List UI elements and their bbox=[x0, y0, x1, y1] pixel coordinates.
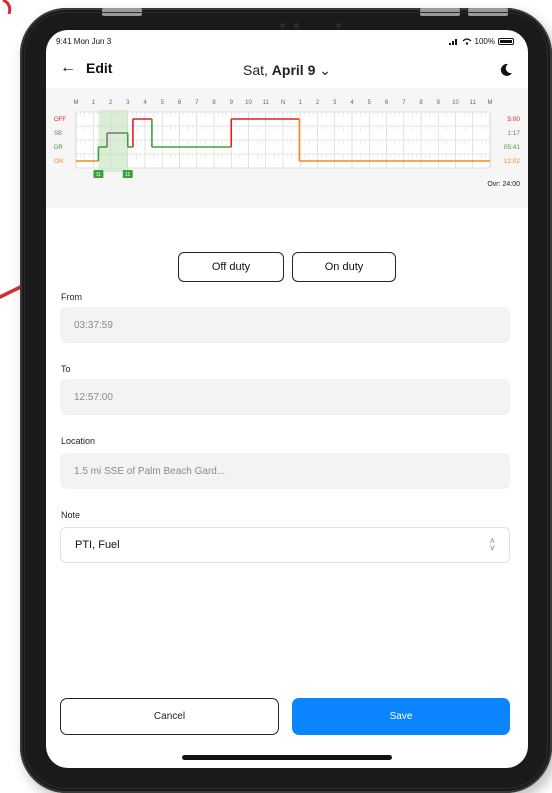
note-value: PTI, Fuel bbox=[75, 539, 120, 551]
chart-x-tick: 11 bbox=[263, 100, 270, 106]
nav-bar: ← Edit Sat, April 9 ⌄ bbox=[46, 56, 528, 86]
chart-x-tick: 8 bbox=[419, 100, 423, 106]
chart-x-tick: 1 bbox=[299, 100, 303, 106]
chart-x-tick: 11 bbox=[470, 100, 477, 106]
chart-row-label: SB bbox=[54, 131, 62, 137]
chart-x-tick: 8 bbox=[212, 100, 216, 106]
chart-row-label: ON bbox=[54, 159, 63, 165]
on-duty-button[interactable]: On duty bbox=[292, 252, 396, 282]
from-label: From bbox=[61, 292, 82, 302]
chart-row-total: 12:02 bbox=[504, 158, 521, 165]
chart-marker-label: 11 bbox=[96, 172, 101, 178]
chart-x-tick: 5 bbox=[368, 100, 372, 106]
chart-x-tick: 9 bbox=[437, 100, 441, 106]
chart-row-total: 1:17 bbox=[507, 130, 520, 137]
on-duty-label: On duty bbox=[324, 261, 364, 273]
chart-x-tick: 7 bbox=[402, 100, 406, 106]
chart-x-tick: 3 bbox=[126, 100, 130, 106]
chart-x-tick: 6 bbox=[385, 100, 389, 106]
date-main: April 9 bbox=[271, 62, 316, 78]
power-button-2 bbox=[468, 8, 508, 16]
chart-x-tick: M bbox=[488, 100, 493, 106]
power-button bbox=[420, 8, 460, 16]
home-indicator bbox=[182, 755, 392, 760]
to-label: To bbox=[61, 364, 71, 374]
chart-row-total: 05:41 bbox=[504, 144, 521, 151]
chart-x-tick: 5 bbox=[161, 100, 165, 106]
signal-icon bbox=[448, 39, 457, 45]
status-time: 9:41 Mon Jun 3 bbox=[56, 37, 112, 46]
chart-x-tick: 4 bbox=[350, 100, 354, 106]
chart-x-tick: 2 bbox=[109, 100, 113, 106]
date-picker[interactable]: Sat, April 9 ⌄ bbox=[46, 62, 528, 79]
hos-log-chart: M 1 2 3 4 5 6 7 8 9 10 11 N 1 2 3 4 5 6 7 8 9 10 11 M OFF 5:00 SB 1:… bbox=[46, 88, 528, 208]
location-value: 1.5 mi SSE of Palm Beach Gard... bbox=[74, 465, 226, 477]
to-value: 12:57:00 bbox=[74, 391, 113, 403]
date-prefix: Sat, bbox=[243, 62, 268, 78]
chart-x-tick: 1 bbox=[92, 100, 96, 106]
chart-x-tick: 4 bbox=[143, 100, 147, 106]
chevron-down-icon: ⌄ bbox=[319, 62, 331, 78]
select-chevron-icon: ˄ ˅ bbox=[489, 536, 495, 553]
chart-row-total: 5:00 bbox=[507, 116, 520, 123]
note-label: Note bbox=[61, 510, 81, 520]
from-value: 03:37:59 bbox=[74, 319, 113, 331]
status-bar: 9:41 Mon Jun 3 100% bbox=[46, 30, 528, 52]
chart-x-tick: 2 bbox=[316, 100, 320, 106]
camera bbox=[280, 20, 360, 30]
cancel-label: Cancel bbox=[153, 711, 186, 722]
off-duty-button[interactable]: Off duty bbox=[178, 252, 284, 282]
chart-x-tick: 3 bbox=[333, 100, 337, 106]
chart-x-tick: 7 bbox=[195, 100, 199, 106]
from-field[interactable]: 03:37:59 bbox=[60, 307, 510, 343]
status-indicators: 100% bbox=[448, 37, 514, 46]
chart-row-label: OFF bbox=[54, 117, 66, 123]
chart-x-tick: 6 bbox=[178, 100, 182, 106]
app-screen: 9:41 Mon Jun 3 100% ← Edit Sat, April 9 … bbox=[46, 30, 528, 768]
chart-svg: M 1 2 3 4 5 6 7 8 9 10 11 N 1 2 3 4 5 6 7 8 9 10 11 M OFF 5:00 SB 1:… bbox=[54, 100, 521, 188]
chart-marker-label: 11 bbox=[125, 172, 130, 178]
chart-x-tick: M bbox=[74, 100, 79, 106]
off-duty-label: Off duty bbox=[211, 261, 251, 273]
annotation-mark bbox=[2, 0, 12, 14]
moon-icon[interactable] bbox=[498, 62, 514, 78]
chart-row-label: DR bbox=[54, 145, 63, 151]
location-field[interactable]: 1.5 mi SSE of Palm Beach Gard... bbox=[60, 453, 510, 489]
chart-x-tick: 10 bbox=[452, 100, 459, 106]
to-field[interactable]: 12:57:00 bbox=[60, 379, 510, 415]
battery-icon bbox=[498, 38, 514, 45]
chart-x-tick: 9 bbox=[230, 100, 234, 106]
save-button[interactable]: Save bbox=[292, 698, 510, 735]
location-label: Location bbox=[61, 436, 96, 446]
save-label: Save bbox=[389, 711, 413, 722]
battery-percent: 100% bbox=[474, 37, 495, 46]
chart-overall-total: Ovr: 24:00 bbox=[487, 181, 520, 188]
chart-x-tick: N bbox=[281, 100, 285, 106]
chart-x-tick: 10 bbox=[245, 100, 252, 106]
cancel-button[interactable]: Cancel bbox=[60, 698, 279, 735]
note-select[interactable]: PTI, Fuel ˄ ˅ bbox=[60, 527, 510, 563]
wifi-icon bbox=[462, 38, 471, 45]
volume-button bbox=[102, 8, 142, 16]
